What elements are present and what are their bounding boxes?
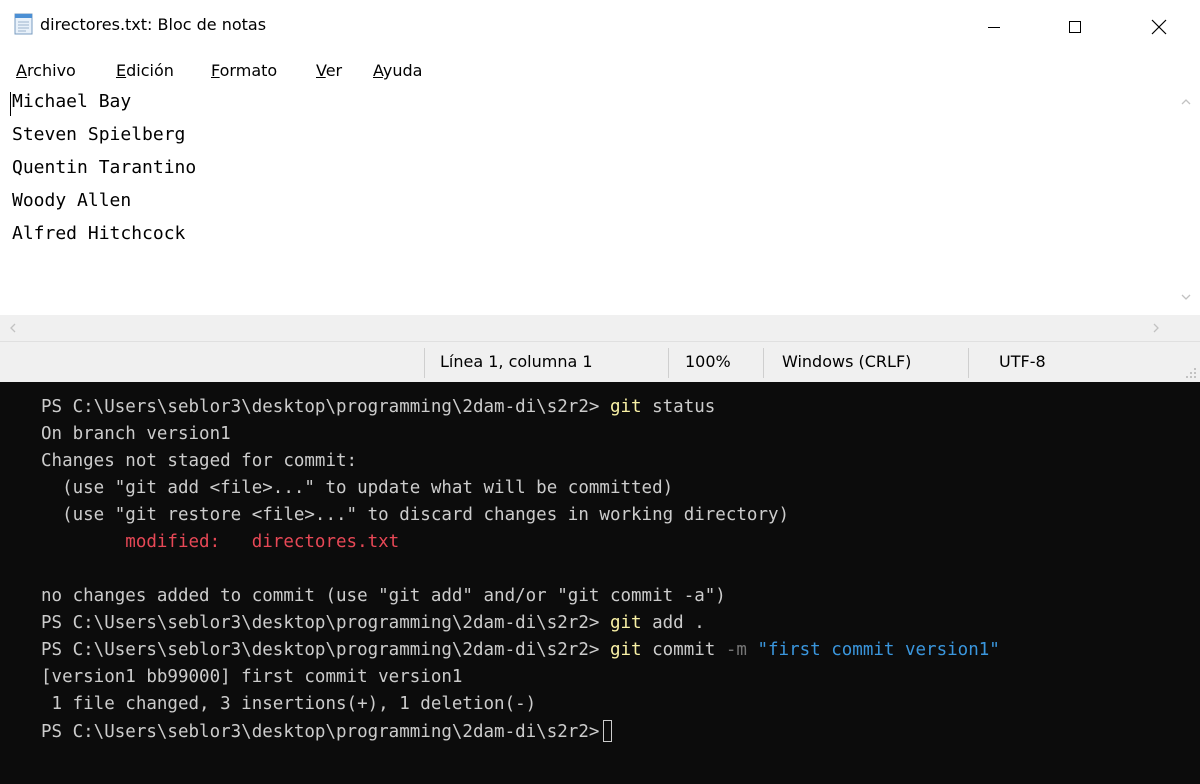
terminal-window[interactable]: PS C:\Users\seblor3\desktop\programming\… [0, 382, 1200, 784]
terminal-prompt: PS C:\Users\seblor3\desktop\programming\… [41, 640, 600, 660]
resize-grip-icon[interactable] [1185, 367, 1197, 379]
menu-bar: Archivo Edición Formato Ver Ayuda [0, 54, 1200, 88]
zoom-level: 100% [685, 352, 731, 371]
menu-formato[interactable]: Formato [211, 61, 277, 80]
editor-line: Woody Allen [12, 190, 132, 211]
vertical-scrollbar[interactable] [1172, 88, 1200, 315]
menu-ver[interactable]: Ver [316, 61, 342, 80]
status-bar: Línea 1, columna 1 100% Windows (CRLF) U… [0, 341, 1200, 382]
close-button[interactable] [1127, 0, 1191, 54]
terminal-flag: -m [725, 640, 747, 660]
close-icon [1151, 19, 1167, 35]
terminal-cursor [603, 720, 613, 742]
scroll-up-icon[interactable] [1181, 98, 1191, 106]
terminal-prompt: PS C:\Users\seblor3\desktop\programming\… [41, 722, 600, 742]
cursor-position: Línea 1, columna 1 [440, 352, 593, 371]
terminal-output-line: 1 file changed, 3 insertions(+), 1 delet… [41, 694, 537, 714]
terminal-output-line: [version1 bb99000] first commit version1 [41, 667, 463, 687]
scroll-right-icon[interactable] [1152, 323, 1160, 333]
text-caret [10, 92, 11, 116]
terminal-prompt: PS C:\Users\seblor3\desktop\programming\… [41, 613, 600, 633]
menu-archivo[interactable]: Archivo [16, 61, 76, 80]
status-divider [668, 348, 669, 378]
terminal-command: git [609, 613, 642, 633]
encoding: UTF-8 [999, 352, 1046, 371]
notepad-app-icon [14, 13, 33, 35]
terminal-modified-line: modified: directores.txt [41, 532, 400, 552]
title-bar[interactable]: directores.txt: Bloc de notas [0, 0, 1200, 54]
terminal-output-line: On branch version1 [41, 424, 231, 444]
minimize-icon [988, 27, 1000, 28]
line-ending: Windows (CRLF) [782, 352, 912, 371]
editor-line: Quentin Tarantino [12, 157, 197, 178]
horizontal-scrollbar[interactable] [0, 315, 1200, 341]
terminal-output-line: no changes added to commit (use "git add… [41, 586, 726, 606]
terminal-prompt: PS C:\Users\seblor3\desktop\programming\… [41, 397, 600, 417]
editor-line: Michael Bay [12, 91, 132, 112]
maximize-icon [1069, 21, 1081, 33]
scroll-left-icon[interactable] [9, 323, 17, 333]
minimize-button[interactable] [962, 0, 1026, 54]
terminal-command: git [609, 397, 642, 417]
terminal-output-line: (use "git add <file>..." to update what … [41, 478, 674, 498]
menu-edicion[interactable]: Edición [116, 61, 174, 80]
terminal-output-line: (use "git restore <file>..." to discard … [41, 505, 790, 525]
terminal-string: "first commit version1" [746, 640, 1000, 660]
terminal-command-line: PS C:\Users\seblor3\desktop\programming\… [41, 396, 715, 418]
status-divider [763, 348, 764, 378]
terminal-args: add . [641, 613, 705, 633]
terminal-args: commit [641, 640, 726, 660]
terminal-command-line: PS C:\Users\seblor3\desktop\programming\… [41, 612, 705, 634]
editor-line: Steven Spielberg [12, 124, 186, 145]
terminal-command-line: PS C:\Users\seblor3\desktop\programming\… [41, 639, 1000, 661]
terminal-command-line: PS C:\Users\seblor3\desktop\programming\… [41, 720, 613, 743]
text-editor[interactable]: Michael Bay Steven Spielberg Quentin Tar… [0, 88, 1180, 315]
status-divider [424, 348, 425, 378]
maximize-button[interactable] [1043, 0, 1107, 54]
terminal-command: git [609, 640, 642, 660]
window-title: directores.txt: Bloc de notas [40, 15, 267, 34]
status-divider [968, 348, 969, 378]
terminal-args: status [641, 397, 716, 417]
menu-ayuda[interactable]: Ayuda [373, 61, 422, 80]
scroll-down-icon[interactable] [1181, 293, 1191, 301]
editor-line: Alfred Hitchcock [12, 223, 186, 244]
terminal-output-line: Changes not staged for commit: [41, 451, 358, 471]
notepad-window: directores.txt: Bloc de notas Archivo Ed… [0, 0, 1200, 382]
